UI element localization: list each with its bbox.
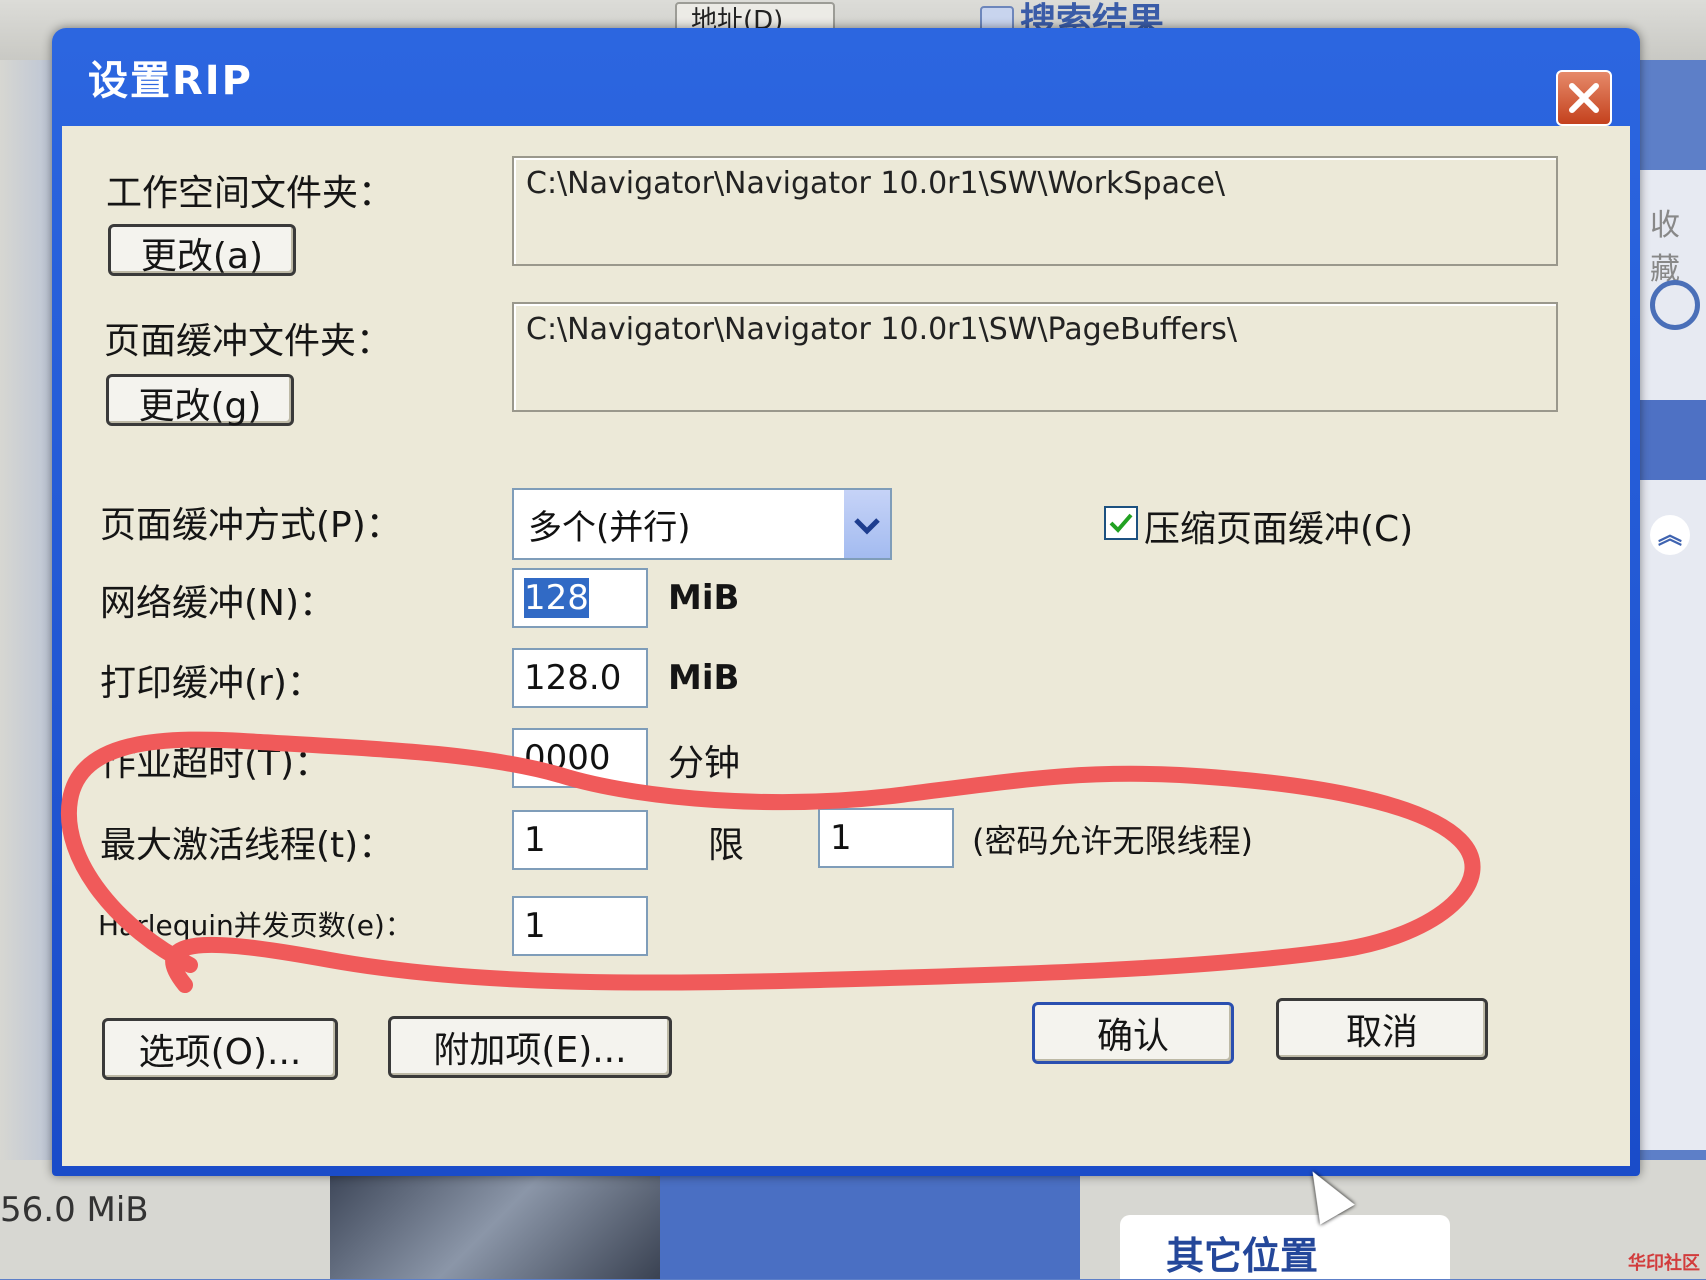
change-page-buffer-button[interactable]: 更改(g) <box>106 374 294 427</box>
compress-buffer-label[interactable]: 压缩页面缓冲(C) <box>1144 500 1413 552</box>
page-buffer-path-field: C:\Navigator\Navigator 10.0r1\SW\PageBuf… <box>512 302 1558 412</box>
job-timeout-unit: 分钟 <box>668 743 741 784</box>
thread-limit-label: 限 <box>708 825 745 866</box>
harlequin-pages-label: Harlequin并发页数(e)： <box>98 909 413 942</box>
rip-settings-dialog: 设置RIP 工作空间文件夹： 更改(a) C:\Navigator\Naviga… <box>52 28 1640 1176</box>
ok-button[interactable]: 确认 <box>1032 1002 1234 1064</box>
collapse-up-icon[interactable]: ︽ <box>1650 515 1690 555</box>
network-buffer-value: 128 <box>524 578 589 618</box>
job-timeout-label: 作业超时(T)： <box>100 743 331 784</box>
cancel-button[interactable]: 取消 <box>1276 998 1488 1060</box>
print-buffer-label: 打印缓冲(r)： <box>100 663 323 704</box>
network-buffer-input[interactable]: 128 <box>512 568 648 628</box>
thread-limit-note: (密码允许无限线程) <box>972 822 1253 860</box>
close-icon <box>1569 83 1599 113</box>
print-buffer-unit: MiB <box>668 658 740 698</box>
dialog-client-area: 工作空间文件夹： 更改(a) C:\Navigator\Navigator 10… <box>62 126 1630 1166</box>
change-workspace-button[interactable]: 更改(a) <box>108 224 296 277</box>
page-buffer-mode-label: 页面缓冲方式(P)： <box>100 505 402 546</box>
close-button[interactable] <box>1556 70 1612 126</box>
max-threads-input[interactable]: 1 <box>512 810 648 870</box>
workspace-folder-label: 工作空间文件夹： <box>106 173 395 214</box>
page-buffer-mode-value: 多个(并行) <box>528 508 691 548</box>
job-timeout-input[interactable]: 0000 <box>512 728 648 788</box>
other-places-label: 其它位置 <box>1166 1234 1319 1278</box>
workspace-path-field: C:\Navigator\Navigator 10.0r1\SW\WorkSpa… <box>512 156 1558 266</box>
chevron-down-icon <box>854 518 880 535</box>
background-task-pane <box>660 1160 1080 1279</box>
other-places-panel[interactable]: 其它位置 <box>1120 1215 1450 1279</box>
background-thumbnail-image <box>330 1165 660 1279</box>
page-buffer-folder-label: 页面缓冲文件夹： <box>104 321 393 362</box>
max-threads-label: 最大激活线程(t)： <box>100 825 395 866</box>
network-buffer-label: 网络缓冲(N)： <box>100 583 336 624</box>
background-favorites-label[interactable]: 收藏 <box>1650 200 1706 288</box>
compress-buffer-checkbox[interactable] <box>1104 506 1138 540</box>
harlequin-pages-input[interactable]: 1 <box>512 896 648 956</box>
options-button[interactable]: 选项(O)... <box>102 1018 338 1080</box>
background-left-panel <box>0 60 60 1220</box>
page-buffer-mode-dropdown-button[interactable] <box>843 490 890 558</box>
print-buffer-input[interactable]: 128.0 <box>512 648 648 708</box>
addons-button[interactable]: 附加项(E)... <box>388 1016 672 1078</box>
network-buffer-unit: MiB <box>668 578 740 618</box>
dialog-title: 设置RIP <box>88 58 253 104</box>
check-icon <box>1109 513 1133 533</box>
thread-limit-input: 1 <box>818 808 954 868</box>
magnifier-icon[interactable] <box>1650 280 1700 330</box>
page-buffer-mode-select[interactable]: 多个(并行) <box>512 488 892 560</box>
watermark-logo: 华印社区 <box>1628 1253 1700 1274</box>
background-size-text: 56.0 MiB <box>0 1190 149 1230</box>
